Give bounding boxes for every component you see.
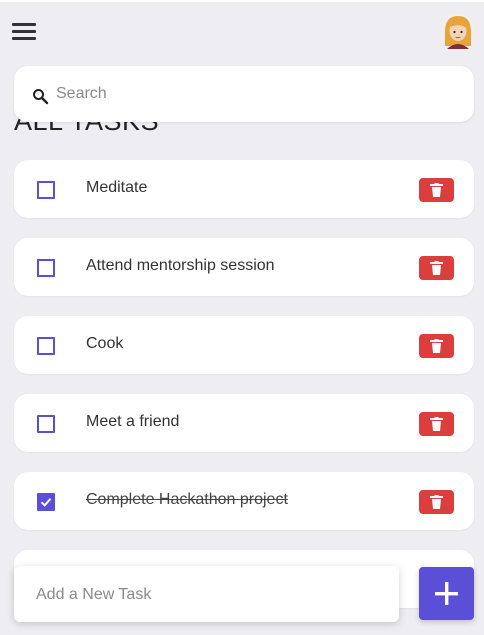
trash-icon <box>430 261 443 275</box>
task-checkbox[interactable] <box>37 259 55 277</box>
delete-task-button[interactable] <box>419 490 454 514</box>
trash-icon <box>430 495 443 509</box>
task-label: Meet a friend <box>86 413 180 430</box>
task-label: Complete Hackathon project <box>86 491 288 508</box>
search-icon <box>33 89 49 105</box>
add-task-bar <box>14 566 399 622</box>
task-card: Meet a friend <box>14 394 474 452</box>
trash-icon <box>430 417 443 431</box>
task-card: Attend mentorship session <box>14 238 474 296</box>
task-checkbox[interactable] <box>37 337 55 355</box>
top-bar <box>0 0 484 62</box>
delete-task-button[interactable] <box>419 256 454 280</box>
add-task-button[interactable] <box>419 567 474 620</box>
task-checkbox-checked[interactable] <box>37 493 55 511</box>
trash-icon <box>430 183 443 197</box>
task-card: Complete Hackathon project <box>14 472 474 530</box>
hamburger-menu-icon[interactable] <box>12 20 38 42</box>
plus-icon <box>435 582 458 605</box>
task-label: Cook <box>86 335 124 352</box>
add-task-input[interactable] <box>34 582 388 608</box>
task-checkbox[interactable] <box>37 181 55 199</box>
task-card: Meditate <box>14 160 474 218</box>
search-input[interactable] <box>54 80 458 108</box>
task-label: Meditate <box>86 179 148 196</box>
search-bar <box>14 66 474 122</box>
task-card: Cook <box>14 316 474 374</box>
user-avatar-icon[interactable] <box>440 12 476 50</box>
delete-task-button[interactable] <box>419 412 454 436</box>
task-checkbox[interactable] <box>37 415 55 433</box>
checkmark-icon <box>40 498 52 507</box>
delete-task-button[interactable] <box>419 178 454 202</box>
trash-icon <box>430 339 443 353</box>
delete-task-button[interactable] <box>419 334 454 358</box>
task-label: Attend mentorship session <box>86 257 275 274</box>
